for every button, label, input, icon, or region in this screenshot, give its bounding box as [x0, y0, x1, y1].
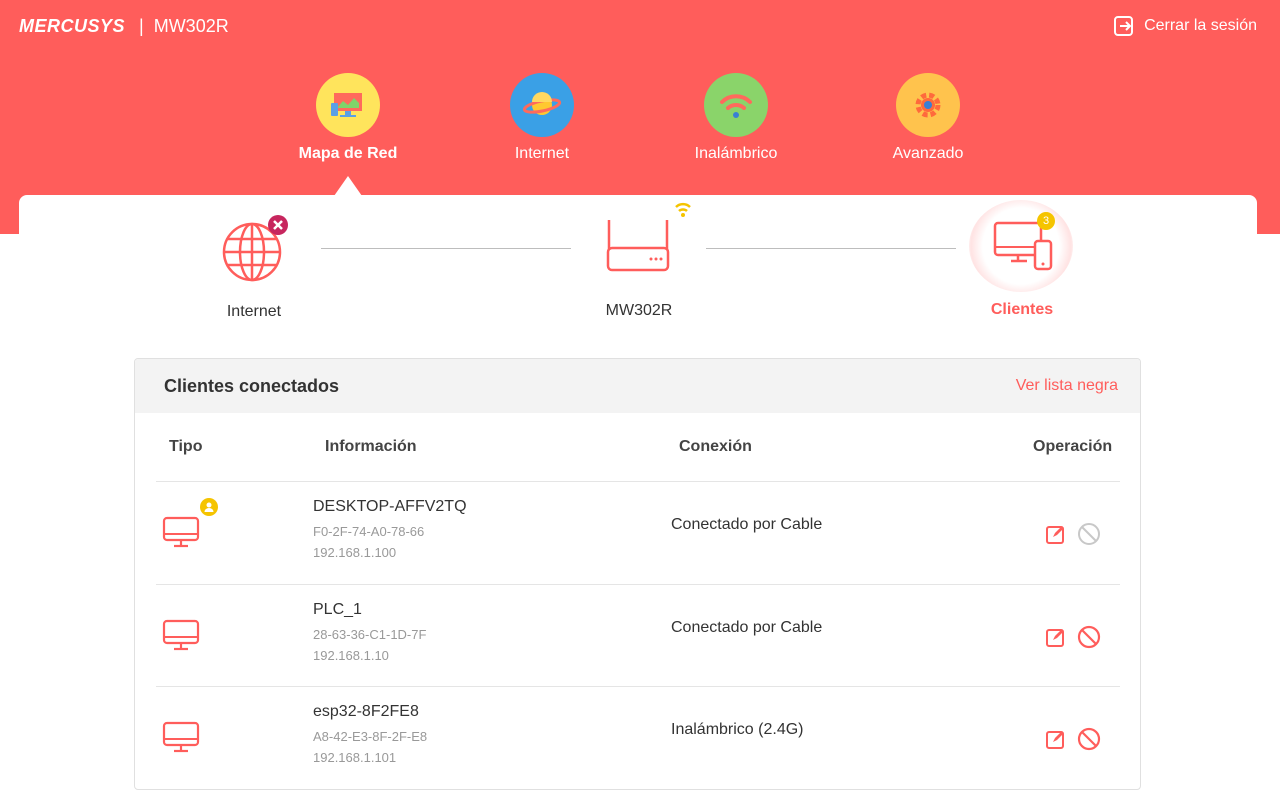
- brand-logo: MERCUSYS: [19, 16, 126, 36]
- brand-separator: |: [139, 16, 144, 36]
- wifi-icon: [704, 73, 768, 137]
- topo-router-label: MW302R: [605, 302, 673, 319]
- connected-clients-panel: Clientes conectados Ver lista negra Tipo…: [134, 358, 1141, 790]
- nav-advanced[interactable]: Avanzado: [868, 73, 988, 163]
- router-icon: [606, 202, 691, 272]
- panel-header: Clientes conectados Ver lista negra: [135, 359, 1140, 413]
- edit-icon[interactable]: [1045, 728, 1067, 755]
- device-type: [162, 619, 202, 658]
- column-header-type: Tipo: [169, 438, 203, 455]
- current-host-icon: [200, 498, 218, 516]
- edit-icon[interactable]: [1045, 626, 1067, 653]
- device-type: [162, 498, 218, 555]
- main-nav: Mapa de Red Internet Inalámbrico Avanzad…: [0, 73, 1280, 173]
- logout-icon: [1114, 16, 1134, 36]
- topo-internet[interactable]: Internet: [199, 213, 309, 321]
- desktop-icon: [162, 721, 200, 753]
- column-header-info: Información: [325, 438, 417, 455]
- network-map-card: Internet MW302R 3 Clientes Clientes cone…: [19, 195, 1257, 801]
- nav-internet-label: Internet: [514, 145, 570, 162]
- nav-wireless[interactable]: Inalámbrico: [676, 73, 796, 163]
- nav-network-map-label: Mapa de Red: [298, 145, 398, 162]
- table-row: DESKTOP-AFFV2TQ F0-2F-74-A0-78-66 192.16…: [156, 481, 1120, 583]
- edit-icon[interactable]: [1045, 523, 1067, 550]
- device-model: MW302R: [153, 16, 229, 36]
- device-connection: Conectado por Cable: [671, 516, 823, 533]
- device-mac: A8-42-E3-8F-2F-E8: [313, 729, 428, 744]
- topo-router[interactable]: MW302R: [579, 200, 699, 320]
- panel-title: Clientes conectados: [164, 375, 340, 396]
- device-connection: Inalámbrico (2.4G): [671, 721, 804, 738]
- device-name: DESKTOP-AFFV2TQ: [313, 498, 467, 515]
- device-ip: 192.168.1.100: [313, 545, 397, 560]
- table-row: esp32-8F2FE8 A8-42-E3-8F-2F-E8 192.168.1…: [156, 686, 1120, 788]
- topo-link-internet: [321, 248, 571, 249]
- nav-network-map[interactable]: Mapa de Red: [288, 73, 408, 163]
- device-name: PLC_1: [313, 601, 362, 618]
- topo-clients[interactable]: 3 Clientes: [967, 212, 1077, 319]
- desktop-icon: [162, 516, 200, 548]
- device-ip: 192.168.1.10: [313, 648, 389, 663]
- topo-link-clients: [706, 248, 956, 249]
- device-name: esp32-8F2FE8: [313, 703, 419, 720]
- nav-internet[interactable]: Internet: [482, 73, 602, 163]
- globe-icon: [222, 215, 288, 282]
- planet-icon: [510, 73, 574, 137]
- device-info: DESKTOP-AFFV2TQ F0-2F-74-A0-78-66 192.16…: [313, 498, 467, 560]
- view-blacklist-link[interactable]: Ver lista negra: [1016, 377, 1118, 395]
- desktop-icon: [162, 619, 200, 651]
- device-info: esp32-8F2FE8 A8-42-E3-8F-2F-E8 192.168.1…: [313, 703, 427, 765]
- topo-internet-label: Internet: [226, 303, 282, 320]
- device-operations: [1045, 625, 1101, 654]
- clients-count-badge: 3: [1037, 212, 1055, 230]
- topo-clients-label: Clientes: [990, 301, 1054, 318]
- brand: MERCUSYS | MW302R: [19, 16, 229, 37]
- active-tab-pointer: [334, 176, 362, 196]
- block-icon-disabled: [1077, 522, 1101, 551]
- gear-icon: [896, 73, 960, 137]
- device-operations: [1045, 522, 1101, 551]
- nav-wireless-label: Inalámbrico: [694, 145, 778, 162]
- nav-advanced-label: Avanzado: [892, 145, 964, 162]
- block-icon[interactable]: [1077, 727, 1101, 756]
- wifi-signal-icon: [675, 202, 691, 217]
- logout-button[interactable]: Cerrar la sesión: [1113, 15, 1257, 37]
- block-icon[interactable]: [1077, 625, 1101, 654]
- table-row: PLC_1 28-63-36-C1-1D-7F 192.168.1.10 Con…: [156, 584, 1120, 686]
- table-header: Tipo Información Conexión Operación: [135, 413, 1140, 481]
- column-header-operation: Operación: [1033, 438, 1113, 455]
- device-type: [162, 721, 202, 760]
- device-connection: Conectado por Cable: [671, 619, 823, 636]
- device-mac: 28-63-36-C1-1D-7F: [313, 627, 427, 642]
- device-ip: 192.168.1.101: [313, 750, 397, 765]
- device-mac: F0-2F-74-A0-78-66: [313, 524, 425, 539]
- column-header-connection: Conexión: [679, 438, 752, 455]
- logout-label: Cerrar la sesión: [1144, 17, 1257, 34]
- device-info: PLC_1 28-63-36-C1-1D-7F 192.168.1.10: [313, 601, 426, 663]
- network-map-icon: [316, 73, 380, 137]
- device-operations: [1045, 727, 1101, 756]
